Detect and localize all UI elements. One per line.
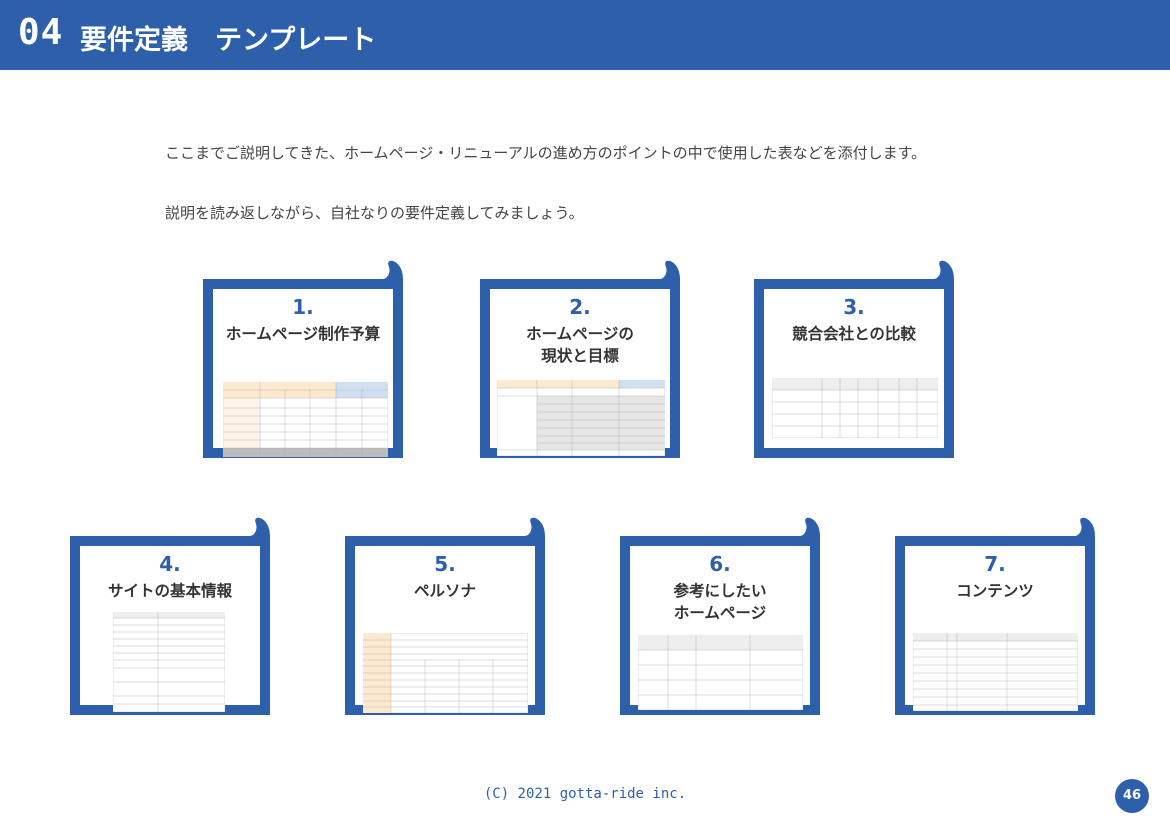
card-title: ペルソナ [413,582,476,600]
card-inner: 1. ホームページ制作予算 [213,289,393,457]
template-card-budget[interactable]: 1. ホームページ制作予算 [203,260,403,458]
card-number: 7. [984,552,1006,576]
site-info-table-thumbnail [113,612,225,712]
section-number: 04 [18,12,64,53]
copyright: (C) 2021 gotta-ride inc. [483,786,687,802]
page-header: 04 要件定義 テンプレート [0,0,1170,70]
card-number: 2. [569,295,591,319]
reference-sites-table-thumbnail [638,635,803,710]
contents-table-thumbnail [913,633,1078,711]
card-number: 6. [709,552,731,576]
card-number: 1. [292,295,314,319]
page-number-badge: 46 [1115,779,1149,813]
template-card-reference-sites[interactable]: 6. 参考にしたい ホームページ [620,517,820,715]
card-title: 競合会社との比較 [792,325,916,343]
card-inner: 3. 競合会社との比較 [764,289,944,448]
intro-text-2: 説明を読み返しながら、自社なりの要件定義してみましょう。 [165,204,584,222]
card-title: 参考にしたい ホームページ [673,582,767,622]
template-card-status-goal[interactable]: 2. ホームページの 現状と目標 [480,260,680,458]
card-number: 5. [434,552,456,576]
persona-table-thumbnail [363,633,528,713]
template-card-site-info[interactable]: 4. サイトの基本情報 [70,517,270,715]
card-number: 4. [159,552,181,576]
status-goal-table-thumbnail [497,380,665,456]
card-inner: 7. コンテンツ [905,546,1085,711]
card-title: サイトの基本情報 [107,582,232,600]
card-inner: 4. サイトの基本情報 [80,546,260,712]
budget-table-thumbnail [223,382,388,457]
card-title: ホームページの 現状と目標 [526,325,634,365]
intro-text-1: ここまでご説明してきた、ホームページ・リニューアルの進め方のポイントの中で使用し… [165,144,927,162]
template-card-persona[interactable]: 5. ペルソナ [345,517,545,715]
card-title: コンテンツ [956,582,1034,600]
card-inner: 2. ホームページの 現状と目標 [490,289,670,456]
template-card-competitor[interactable]: 3. 競合会社との比較 [754,260,954,458]
page-title: 要件定義 テンプレート [80,25,377,56]
template-card-contents[interactable]: 7. コンテンツ [895,517,1095,715]
card-inner: 6. 参考にしたい ホームページ [630,546,810,710]
competitor-table-thumbnail [772,378,938,438]
card-inner: 5. ペルソナ [355,546,535,713]
card-number: 3. [843,295,865,319]
card-title: ホームページ制作予算 [225,325,381,343]
